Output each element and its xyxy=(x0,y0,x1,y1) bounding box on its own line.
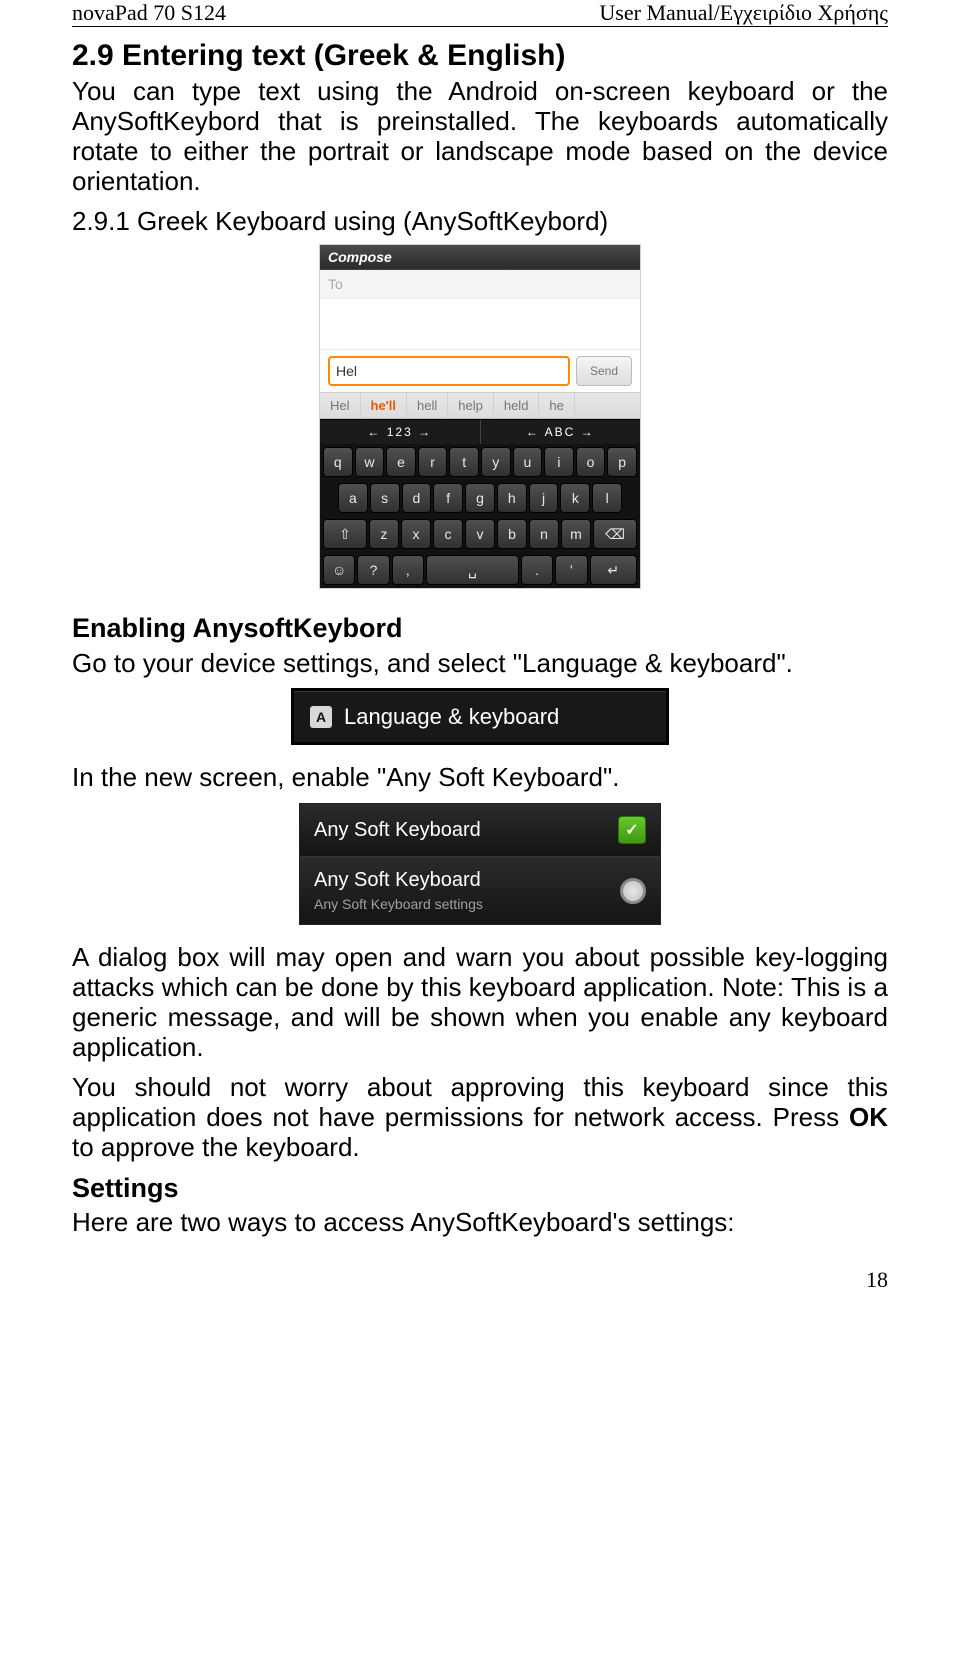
suggestion-5[interactable]: he xyxy=(539,393,574,418)
page-number: 18 xyxy=(72,1267,888,1293)
key-t[interactable]: t xyxy=(449,447,479,477)
section-title: 2.9 Entering text (Greek & English) xyxy=(72,39,888,73)
ask-settings-label: Any Soft Keyboard xyxy=(314,869,483,892)
key-r[interactable]: r xyxy=(418,447,448,477)
suggestion-0[interactable]: Hel xyxy=(320,393,361,418)
checkbox-checked-icon[interactable]: ✓ xyxy=(618,816,646,844)
key-space[interactable]: ␣ xyxy=(426,555,519,585)
key-j[interactable]: j xyxy=(529,483,559,513)
key-k[interactable]: k xyxy=(560,483,590,513)
enable-any-soft-line: In the new screen, enable "Any Soft Keyb… xyxy=(72,763,888,793)
key-v[interactable]: v xyxy=(465,519,495,549)
key-i[interactable]: i xyxy=(544,447,574,477)
key-backspace[interactable]: ⌫ xyxy=(593,519,637,549)
ask-settings-sublabel: Any Soft Keyboard settings xyxy=(314,896,483,912)
key-z[interactable]: z xyxy=(369,519,399,549)
ask-enable-label: Any Soft Keyboard xyxy=(314,819,481,842)
key-emoji[interactable]: ☺ xyxy=(323,555,355,585)
mode-numbers-button[interactable]: ← 123 → xyxy=(320,420,481,444)
settings-row-label: Language & keyboard xyxy=(344,704,559,730)
key-e[interactable]: e xyxy=(386,447,416,477)
key-g[interactable]: g xyxy=(465,483,495,513)
send-button[interactable]: Send xyxy=(576,356,632,386)
compose-titlebar: Compose xyxy=(320,245,640,269)
enabling-line1: Go to your device settings, and select "… xyxy=(72,649,888,679)
header-left: novaPad 70 S124 xyxy=(72,0,226,26)
screenshot-compose-keyboard: Compose To Hel Send Hel he'll hell help … xyxy=(319,244,641,589)
subject-input-value: Hel xyxy=(336,363,357,379)
approve-paragraph: You should not worry about approving thi… xyxy=(72,1073,888,1163)
key-apostrophe[interactable]: ' xyxy=(555,555,587,585)
enabling-heading: Enabling AnysoftKeybord xyxy=(72,613,888,644)
suggestion-1[interactable]: he'll xyxy=(361,393,408,418)
key-a[interactable]: a xyxy=(338,483,368,513)
key-period[interactable]: . xyxy=(521,555,553,585)
key-comma[interactable]: , xyxy=(392,555,424,585)
key-l[interactable]: l xyxy=(592,483,622,513)
ask-settings-row[interactable]: Any Soft Keyboard Any Soft Keyboard sett… xyxy=(300,857,660,924)
key-d[interactable]: d xyxy=(402,483,432,513)
screenshot-language-keyboard-row: A Language & keyboard xyxy=(291,688,669,745)
keyboard-mode-row: ← 123 → ← ABC → xyxy=(320,419,640,444)
section-intro: You can type text using the Android on-s… xyxy=(72,77,888,197)
suggestion-2[interactable]: hell xyxy=(407,393,448,418)
to-field-label: To xyxy=(320,269,640,299)
key-p[interactable]: p xyxy=(607,447,637,477)
settings-line: Here are two ways to access AnySoftKeybo… xyxy=(72,1208,888,1238)
key-q[interactable]: q xyxy=(323,447,353,477)
key-question[interactable]: ? xyxy=(357,555,389,585)
key-enter[interactable]: ↵ xyxy=(590,555,637,585)
key-f[interactable]: f xyxy=(433,483,463,513)
ask-enable-row[interactable]: Any Soft Keyboard ✓ xyxy=(300,804,660,857)
page-header: novaPad 70 S124 User Manual/Εγχειρίδιο Χ… xyxy=(72,0,888,27)
approve-ok-bold: OK xyxy=(849,1102,888,1132)
header-right: User Manual/Εγχειρίδιο Χρήσης xyxy=(599,0,888,26)
key-b[interactable]: b xyxy=(497,519,527,549)
key-s[interactable]: s xyxy=(370,483,400,513)
suggestion-3[interactable]: help xyxy=(448,393,494,418)
key-x[interactable]: x xyxy=(401,519,431,549)
key-h[interactable]: h xyxy=(497,483,527,513)
subject-input[interactable]: Hel xyxy=(328,356,570,386)
key-n[interactable]: n xyxy=(529,519,559,549)
key-c[interactable]: c xyxy=(433,519,463,549)
mode-letters-button[interactable]: ← ABC → xyxy=(481,420,641,444)
key-y[interactable]: y xyxy=(481,447,511,477)
suggestion-strip: Hel he'll hell help held he xyxy=(320,392,640,419)
approve-text-a: You should not worry about approving thi… xyxy=(72,1072,888,1132)
settings-row-language-keyboard[interactable]: A Language & keyboard xyxy=(294,691,666,742)
screenshot-any-soft-keyboard-list: Any Soft Keyboard ✓ Any Soft Keyboard An… xyxy=(299,803,661,925)
on-screen-keyboard: q w e r t y u i o p a s d f g h j k l xyxy=(320,444,640,588)
key-m[interactable]: m xyxy=(561,519,591,549)
keyboard-letter-icon: A xyxy=(310,706,332,728)
suggestion-4[interactable]: held xyxy=(494,393,540,418)
radio-indicator-icon[interactable] xyxy=(620,878,646,904)
key-o[interactable]: o xyxy=(576,447,606,477)
subsection-title: 2.9.1 Greek Keyboard using (AnySoftKeybo… xyxy=(72,207,888,237)
subject-input-row: Hel Send xyxy=(320,349,640,392)
approve-text-b: to approve the keyboard. xyxy=(72,1132,360,1162)
key-shift[interactable]: ⇧ xyxy=(323,519,367,549)
key-w[interactable]: w xyxy=(355,447,385,477)
settings-heading: Settings xyxy=(72,1173,888,1204)
keylogging-warning-paragraph: A dialog box will may open and warn you … xyxy=(72,943,888,1063)
key-u[interactable]: u xyxy=(513,447,543,477)
compose-body-area xyxy=(320,299,640,349)
